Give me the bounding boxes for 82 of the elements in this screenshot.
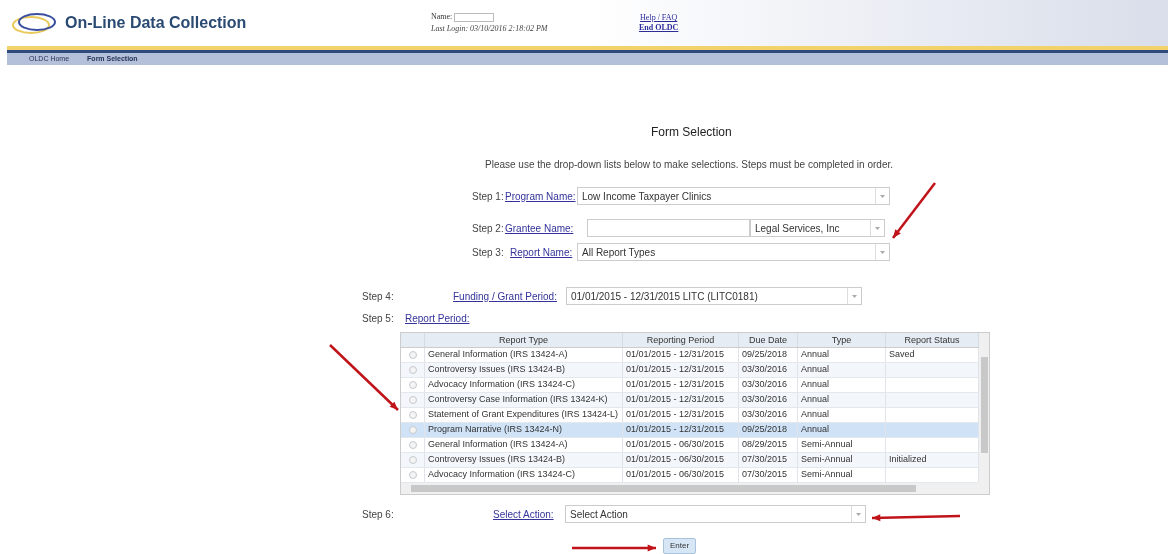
grantee-search-field[interactable] [587,219,750,237]
table-cell: General Information (IRS 13424-A) [428,438,568,452]
table-cell: Advocacy Information (IRS 13424-C) [428,468,576,482]
table-cell: 09/25/2018 [742,423,788,437]
dropdown-select[interactable]: Select Action [565,505,866,523]
table-row[interactable]: Controversy Case Information (IRS 13424-K) 01/01/2015 - 12/31/2015 03/30/2016 Annual [401,393,979,408]
instruction-text: Please use the drop-down lists below to make selections. Steps must be completed in order. [485,159,893,170]
step-label: Step 3: [472,245,505,260]
table-row[interactable]: Program Narrative (IRS 13424-N) 01/01/2015 - 12/31/2015 09/25/2018 Annual [401,423,979,438]
table-cell: Statement of Grant Expenditures (IRS 13424-L) [428,408,619,422]
table-cell: Controversy Issues (IRS 13424-B) [428,453,566,467]
table-cell: Annual [801,423,830,437]
table-cell: 01/01/2015 - 12/31/2015 [626,378,725,392]
table-row[interactable]: General Information (IRS 13424-A) 01/01/2015 - 12/31/2015 09/25/2018 Annual Saved [401,348,979,363]
table-cell: Semi-Annual [801,468,853,482]
column-header[interactable]: Reporting Period [623,333,739,347]
table-cell: Advocacy Information (IRS 13424-C) [428,378,576,392]
table-cell: Program Narrative (IRS 13424-N) [428,423,563,437]
table-row[interactable]: Controversy Issues (IRS 13424-B) 01/01/2015 - 12/31/2015 03/30/2016 Annual [401,363,979,378]
table-cell: 07/30/2015 [742,453,788,467]
table-cell: 07/30/2015 [742,468,788,482]
table-cell: Saved [889,348,915,362]
table-cell: Annual [801,378,830,392]
dropdown-select[interactable]: Legal Services, Inc [750,219,885,237]
table-cell: 01/01/2015 - 06/30/2015 [626,453,725,467]
app-title: On-Line Data Collection [65,13,248,33]
table-cell: 03/30/2016 [742,393,788,407]
step-label: Step 5: [362,312,395,326]
table-cell: 01/01/2015 - 12/31/2015 [626,363,725,377]
column-header[interactable]: Type [798,333,886,347]
table-cell: Annual [801,348,830,362]
column-header[interactable]: Due Date [739,333,798,347]
dropdown-select[interactable]: Low Income Taxpayer Clinics [577,187,890,205]
table-row[interactable]: General Information (IRS 13424-A) 01/01/2015 - 06/30/2015 08/29/2015 Semi-Annual [401,438,979,453]
table-cell: Initialized [889,453,927,467]
table-cell: 03/30/2016 [742,378,788,392]
table-row[interactable]: Statement of Grant Expenditures (IRS 13424-L) 01/01/2015 - 12/31/2015 03/30/2016 Annual [401,408,979,423]
header-link[interactable]: End OLDC [639,23,679,33]
step-link[interactable]: Select Action: [493,506,565,522]
enter-button[interactable]: Enter [663,538,697,554]
name-field[interactable] [454,12,495,22]
annotation-arrow [329,344,399,411]
table-cell: General Information (IRS 13424-A) [428,348,568,362]
step-label: Step 2: [472,221,505,236]
step-label: Step 1: [472,189,505,204]
step-link[interactable]: Funding / Grant Period: [453,288,566,304]
table-cell: 01/01/2015 - 12/31/2015 [626,423,725,437]
header-link[interactable]: Help / FAQ [640,13,678,23]
annotation-arrow [892,182,936,239]
table-cell: 08/29/2015 [742,438,788,452]
table-row[interactable]: Controversy Issues (IRS 13424-B) 01/01/2015 - 06/30/2015 07/30/2015 Semi-Annual Initialized [401,453,979,468]
step-link[interactable]: Grantee Name: [505,220,587,236]
table-cell: Annual [801,363,830,377]
vertical-scrollbar[interactable] [979,333,989,483]
table-cell: 03/30/2016 [742,363,788,377]
step-link[interactable]: Report Name: [510,244,577,260]
table-cell: Controversy Case Information (IRS 13424-K) [428,393,608,407]
step-link[interactable]: Program Name: [505,188,577,204]
dropdown-select[interactable]: 01/01/2015 - 12/31/2015 LITC (LITC0181) [566,287,862,305]
table-cell: 01/01/2015 - 12/31/2015 [626,393,725,407]
table-cell: Controversy Issues (IRS 13424-B) [428,363,566,377]
table-cell: Annual [801,393,830,407]
table-cell: 01/01/2015 - 12/31/2015 [626,408,725,422]
last-login-text: Last Login: 03/10/2016 2:18:02 PM [431,23,549,35]
step-label: Step 6: [362,507,395,522]
column-header[interactable]: Report Type [425,333,623,347]
form-title: Form Selection [651,125,732,139]
table-cell: Annual [801,408,830,422]
step-label: Step 4: [362,289,395,304]
table-cell: Semi-Annual [801,438,853,452]
dropdown-select[interactable]: All Report Types [577,243,890,261]
table-cell: 01/01/2015 - 12/31/2015 [626,348,725,362]
logo-icon [9,10,59,36]
table-cell: Semi-Annual [801,453,853,467]
table-cell: 09/25/2018 [742,348,788,362]
table-row[interactable]: Advocacy Information (IRS 13424-C) 01/01/2015 - 06/30/2015 07/30/2015 Semi-Annual [401,468,979,483]
name-label: Name: [431,11,453,23]
table-cell: 03/30/2016 [742,408,788,422]
table-row[interactable]: Advocacy Information (IRS 13424-C) 01/01/2015 - 12/31/2015 03/30/2016 Annual [401,378,979,393]
table-cell: 01/01/2015 - 06/30/2015 [626,468,725,482]
horizontal-scrollbar[interactable] [401,483,989,494]
table-cell: 01/01/2015 - 06/30/2015 [626,438,725,452]
